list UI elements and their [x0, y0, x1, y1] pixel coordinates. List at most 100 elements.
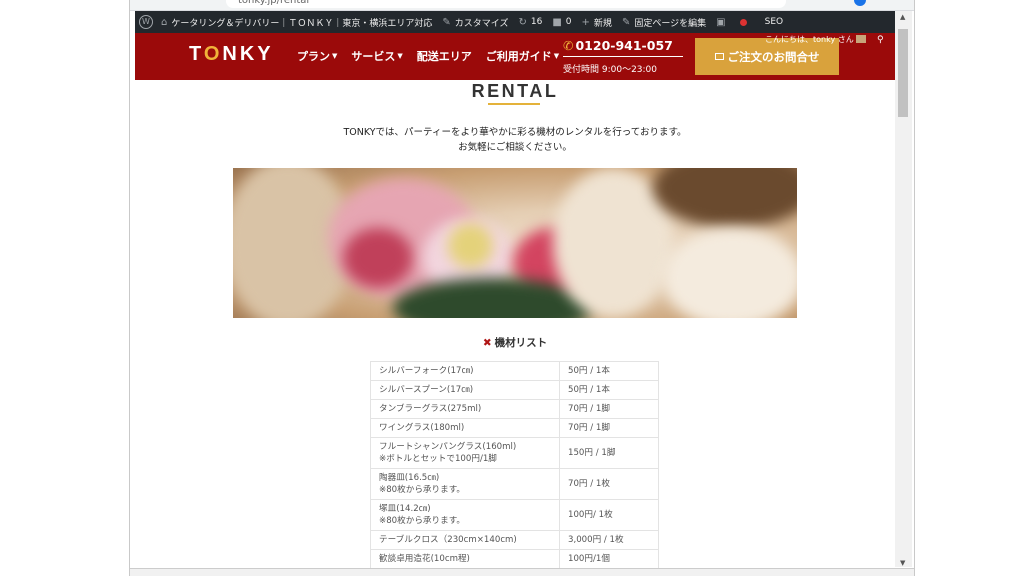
- page-content: RENTAL TONKYでは、パーティーをより華やかに彩る機材のレンタルを行って…: [135, 80, 895, 570]
- equipment-list-heading: ✖ 機材リスト: [135, 335, 895, 350]
- table-row: シルバーフォーク(17㎝) 50円 / 1本: [370, 361, 659, 381]
- mail-icon: [714, 53, 724, 60]
- profile-icon[interactable]: [854, 0, 866, 6]
- nav-area-label: 配送エリア: [416, 50, 472, 63]
- equipment-price: 3,000円 / 1枚: [559, 530, 659, 550]
- equipment-name-cell: シルバーフォーク(17㎝): [370, 361, 560, 381]
- phone-icon: ✆: [563, 38, 574, 53]
- phone-number-link[interactable]: ✆ 0120-941-057: [563, 38, 683, 57]
- comment-icon: ■: [552, 16, 562, 28]
- seo-status-dot: [739, 18, 747, 26]
- phone-block: ✆ 0120-941-057 受付時間 9:00〜23:00: [563, 38, 683, 75]
- table-row: フルートシャンパングラス(160ml) ※ボトルとセットで100円/1脚 150円 …: [370, 437, 659, 469]
- equipment-table: シルバーフォーク(17㎝) 50円 / 1本 シルバースプーン(17㎝) 50円 / …: [370, 361, 659, 569]
- equipment-name-cell: タンブラーグラス(275ml): [370, 399, 560, 419]
- seo-icon: ▣: [716, 16, 726, 28]
- avatar: [855, 35, 866, 43]
- nav-item-delivery-area[interactable]: 配送エリア: [417, 48, 472, 64]
- equipment-name: 塚皿(14.2㎝): [379, 504, 431, 514]
- logo-part-2: O: [203, 43, 223, 65]
- chevron-down-icon: ▼: [397, 52, 403, 60]
- admin-seo[interactable]: SEO: [765, 17, 783, 27]
- hero-image: [233, 168, 797, 318]
- business-hours: 受付時間 9:00〜23:00: [563, 65, 658, 75]
- nav-guide-label: ご利用ガイド: [485, 50, 552, 63]
- chevron-down-icon: ▼: [332, 52, 338, 60]
- admin-seo-icon-wrap[interactable]: ▣: [716, 17, 729, 28]
- equipment-price: 70円 / 1枚: [559, 468, 659, 500]
- equipment-name-cell: フルートシャンパングラス(160ml) ※ボトルとセットで100円/1脚: [370, 437, 560, 469]
- equipment-name: ワイングラス(180ml): [379, 423, 465, 433]
- cutlery-icon: ✖: [482, 337, 492, 349]
- admin-updates-count: 16: [530, 17, 543, 27]
- address-bar[interactable]: tonky.jp/rental: [226, 0, 786, 8]
- admin-new[interactable]: + 新規: [582, 16, 612, 29]
- admin-customize-label: カスタマイズ: [454, 18, 509, 29]
- nav-item-service[interactable]: サービス ▼: [351, 48, 402, 64]
- site-logo[interactable]: TONKY: [189, 43, 274, 66]
- admin-site-name[interactable]: ⌂ ケータリング＆デリバリー｜ＴＯＮＫＹ｜東京・横浜エリア対応: [161, 16, 432, 29]
- table-row: テーブルクロス（230cm×140cm) 3,000円 / 1枚: [370, 530, 659, 550]
- equipment-name: 陶器皿(16.5㎝): [379, 473, 440, 483]
- vertical-scrollbar[interactable]: ▲ ▼: [895, 11, 912, 567]
- search-icon[interactable]: ⚲: [877, 35, 884, 45]
- home-icon: ⌂: [161, 16, 168, 28]
- user-greeting[interactable]: こんにちは、tonky さん: [765, 34, 866, 45]
- admin-site-name-label: ケータリング＆デリバリー｜ＴＯＮＫＹ｜東京・横浜エリア対応: [171, 18, 433, 29]
- logo-part-3: NKY: [222, 43, 274, 65]
- order-inquiry-label: ご注文のお問合せ: [727, 49, 820, 64]
- title-underline: [488, 103, 540, 105]
- nav-item-guide[interactable]: ご利用ガイド ▼: [486, 48, 559, 64]
- table-row: タンブラーグラス(275ml) 70円 / 1脚: [370, 399, 659, 419]
- pencil-icon: ✎: [621, 16, 631, 28]
- chevron-down-icon: ▼: [553, 52, 560, 60]
- browser-window: tonky.jp/rental W ⌂ ケータリング＆デリバリー｜ＴＯＮＫＹ｜東…: [129, 0, 915, 576]
- equipment-price: 150円 / 1脚: [559, 437, 659, 469]
- intro-text: TONKYでは、パーティーをより華やかに彩る機材のレンタルを行っております。 お…: [135, 125, 895, 155]
- scroll-up-icon[interactable]: ▲: [900, 13, 905, 21]
- equipment-list-heading-label: 機材リスト: [494, 337, 548, 349]
- equipment-name: テーブルクロス（230cm×140cm): [379, 535, 517, 545]
- admin-comments-count: 0: [565, 17, 572, 27]
- table-row: ワイングラス(180ml) 70円 / 1脚: [370, 418, 659, 438]
- browser-toolbar: tonky.jp/rental: [130, 0, 914, 11]
- equipment-name-cell: 陶器皿(16.5㎝) ※80枚から承ります。: [370, 468, 560, 500]
- equipment-name-cell: 塚皿(14.2㎝) ※80枚から承ります。: [370, 499, 560, 531]
- logo-part-1: T: [189, 43, 204, 65]
- equipment-note: ※ボトルとセットで100円/1脚: [379, 454, 497, 464]
- plus-icon: +: [581, 16, 590, 28]
- scroll-thumb[interactable]: [898, 29, 908, 117]
- browser-status-bar: [130, 568, 914, 576]
- equipment-name: フルートシャンパングラス(160ml): [379, 442, 517, 452]
- equipment-name-cell: テーブルクロス（230cm×140cm): [370, 530, 560, 550]
- equipment-price: 100円/1個: [559, 549, 659, 569]
- equipment-price: 50円 / 1本: [559, 380, 659, 400]
- equipment-price: 50円 / 1本: [559, 361, 659, 381]
- table-row: シルバースプーン(17㎝) 50円 / 1本: [370, 380, 659, 400]
- nav-service-label: サービス: [351, 50, 396, 63]
- nav-item-plan[interactable]: プラン ▼: [297, 48, 337, 64]
- admin-new-label: 新規: [593, 18, 612, 29]
- admin-edit-label: 固定ページを編集: [634, 18, 707, 29]
- wordpress-icon[interactable]: W: [139, 15, 153, 29]
- equipment-note: ※80枚から承ります。: [379, 516, 466, 526]
- user-greeting-text: こんにちは、tonky さん: [765, 35, 854, 44]
- admin-customize[interactable]: ✎ カスタマイズ: [442, 16, 508, 29]
- equipment-price: 70円 / 1脚: [559, 418, 659, 438]
- table-row: 塚皿(14.2㎝) ※80枚から承ります。 100円/ 1枚: [370, 499, 659, 531]
- equipment-name-cell: ワイングラス(180ml): [370, 418, 560, 438]
- phone-number: 0120-941-057: [575, 38, 673, 53]
- main-nav: プラン ▼ サービス ▼ 配送エリア ご利用ガイド ▼: [297, 48, 573, 64]
- equipment-note: ※80枚から承ります。: [379, 485, 466, 495]
- admin-comments[interactable]: ■ 0: [552, 17, 571, 28]
- table-row: 陶器皿(16.5㎝) ※80枚から承ります。 70円 / 1枚: [370, 468, 659, 500]
- intro-line-2: お気軽にご相談ください。: [458, 142, 572, 153]
- refresh-icon: ↻: [518, 16, 527, 28]
- admin-seo-label: SEO: [764, 17, 784, 27]
- brush-icon: ✎: [442, 16, 451, 28]
- admin-edit-page[interactable]: ✎ 固定ページを編集: [622, 16, 706, 29]
- scroll-down-icon[interactable]: ▼: [900, 559, 905, 567]
- admin-updates[interactable]: ↻ 16: [519, 17, 543, 28]
- table-row: 歓談卓用造花(10cm程) 100円/1個: [370, 549, 659, 569]
- equipment-name: 歓談卓用造花(10cm程): [379, 554, 470, 564]
